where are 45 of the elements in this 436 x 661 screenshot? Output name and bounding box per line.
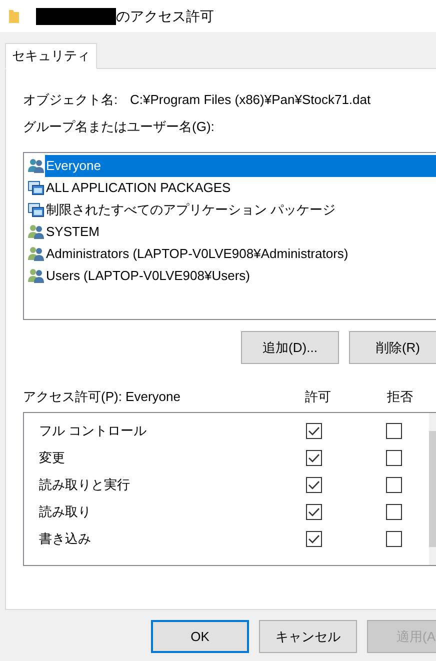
permission-name: 書き込み (38, 530, 92, 548)
folder-icon (9, 9, 19, 23)
users-icon (28, 224, 44, 240)
check-icon (308, 480, 320, 490)
object-name-value: C:¥Program Files (x86)¥Pan¥Stock71.dat (130, 91, 371, 109)
deny-checkbox[interactable] (386, 423, 402, 439)
permission-name: フル コントロール (38, 422, 148, 440)
permission-name: 読み取り (38, 503, 92, 522)
permissions-label: アクセス許可(P): Everyone (23, 388, 182, 406)
principal-button[interactable]: 追加(D)... (241, 331, 339, 364)
users-icon (28, 268, 44, 284)
allow-checkbox[interactable] (306, 477, 322, 493)
allow-column-header: 許可 (305, 388, 332, 406)
deny-column-header: 拒否 (387, 388, 413, 406)
allow-checkbox[interactable] (306, 504, 322, 520)
deny-checkbox[interactable] (386, 504, 402, 520)
deny-checkbox[interactable] (386, 450, 402, 466)
allow-checkbox[interactable] (306, 531, 322, 547)
principal-button[interactable]: 削除(R) (349, 331, 436, 364)
deny-checkbox[interactable] (386, 531, 402, 547)
tab[interactable]: セキュリティ (5, 43, 97, 69)
principal-item[interactable]: SYSTEM (45, 221, 100, 243)
permission-name: 読み取りと実行 (38, 476, 131, 494)
principal-item[interactable]: Everyone (45, 155, 436, 177)
principal-item[interactable]: Users (LAPTOP-V0LVE908¥Users) (45, 265, 250, 287)
allow-checkbox[interactable] (306, 450, 322, 466)
check-icon (308, 507, 320, 517)
allow-checkbox[interactable] (306, 423, 322, 439)
deny-checkbox[interactable] (386, 477, 402, 493)
window-title: のアクセス許可 (116, 6, 214, 26)
object-name-label: オブジェクト名: (23, 91, 119, 109)
groups-label: グループ名またはユーザー名(G): (23, 118, 214, 136)
principal-item[interactable]: 制限されたすべてのアプリケーション パッケージ (45, 199, 336, 221)
app-window-icon (28, 180, 44, 196)
dialog-button[interactable]: OK (151, 620, 249, 653)
users-icon (28, 158, 44, 174)
permission-name: 変更 (38, 449, 66, 468)
check-icon (308, 453, 320, 463)
check-icon (308, 534, 320, 544)
check-icon (308, 426, 320, 436)
app-window-icon (28, 202, 44, 218)
users-icon (28, 246, 44, 262)
principal-item[interactable]: ALL APPLICATION PACKAGES (45, 177, 231, 199)
dialog-button[interactable]: キャンセル (259, 620, 357, 653)
principal-item[interactable]: Administrators (LAPTOP-V0LVE908¥Administrators) (45, 243, 348, 265)
